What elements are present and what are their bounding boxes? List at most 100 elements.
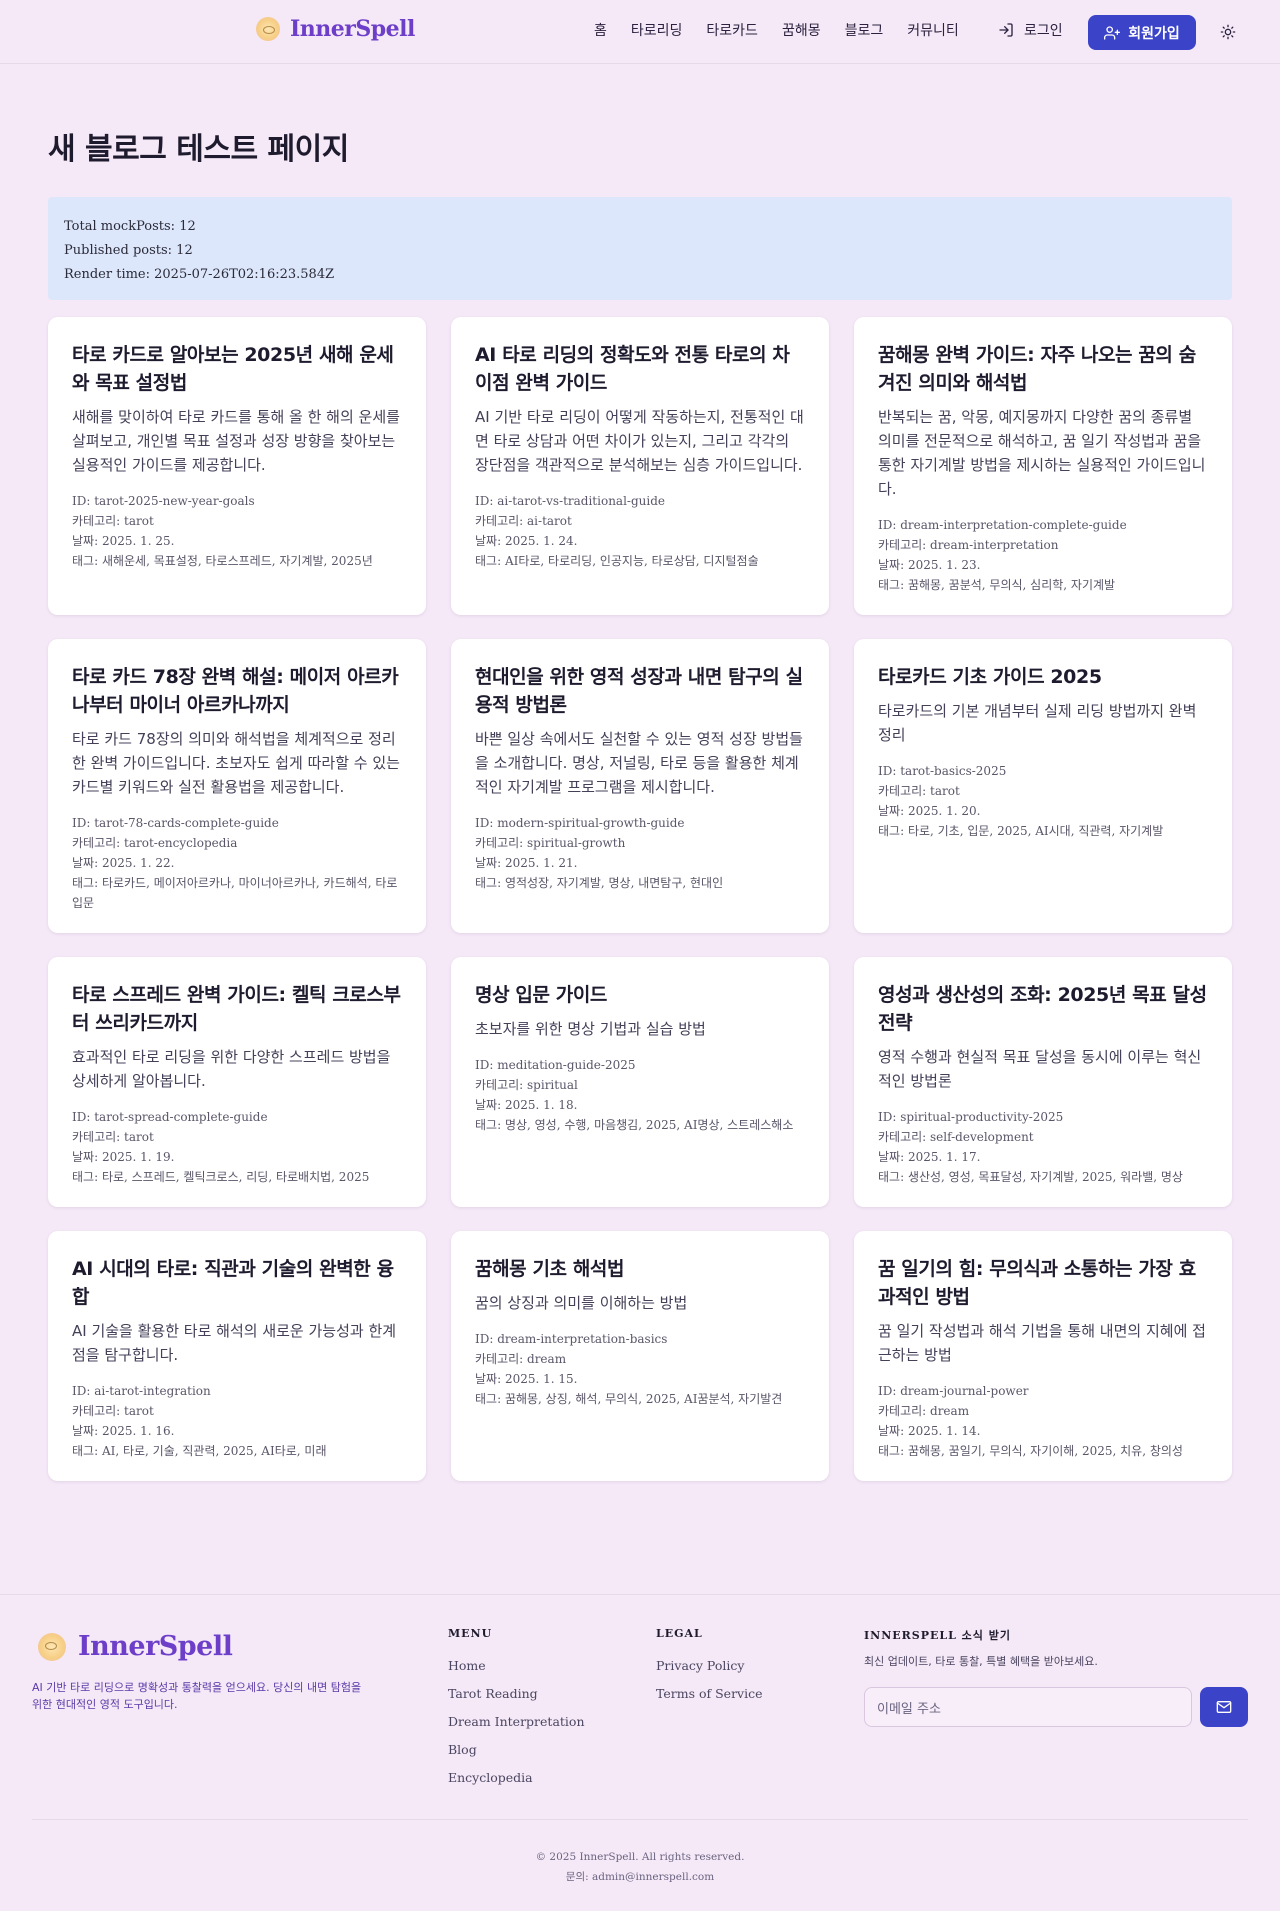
post-date: 날짜: 2025. 1. 19. (72, 1150, 175, 1164)
post-title[interactable]: 영성과 생산성의 조화: 2025년 목표 달성 전략 (878, 981, 1208, 1037)
post-id: ID: tarot-78-cards-complete-guide (72, 816, 279, 830)
post-card[interactable]: 명상 입문 가이드 초보자를 위한 명상 기법과 실습 방법 ID: meditat… (451, 957, 829, 1207)
post-card[interactable]: 꿈해몽 기초 해석법 꿈의 상징과 의미를 이해하는 방법 ID: dream-in… (451, 1231, 829, 1481)
post-id: ID: modern-spiritual-growth-guide (475, 816, 685, 830)
post-card[interactable]: 타로 카드 78장 완벽 해설: 메이저 아르카나부터 마이너 아르카나까지타로… (48, 639, 426, 933)
post-date: 날짜: 2025. 1. 25. (72, 534, 175, 548)
footer-link-dream[interactable]: Dream Interpretation (448, 1708, 585, 1736)
footer-link-privacy[interactable]: Privacy Policy (656, 1652, 763, 1680)
post-title[interactable]: 명상 입문 가이드 (475, 981, 805, 1009)
post-category: 카테고리: ai-tarot (475, 514, 572, 528)
post-card[interactable]: 타로 스프레드 완벽 가이드: 켈틱 크로스부터 쓰리카드까지 효과적인 타로 리… (48, 957, 426, 1207)
post-card[interactable]: 현대인을 위한 영적 성장과 내면 탐구의 실용적 방법론 바쁜 일상 속에서도 … (451, 639, 829, 933)
post-category: 카테고리: spiritual-growth (475, 836, 626, 850)
post-card[interactable]: AI 시대의 타로: 직관과 기술의 완벽한 융합 AI 기술을 활용한 타로 해… (48, 1231, 426, 1481)
post-id: ID: tarot-spread-complete-guide (72, 1110, 268, 1124)
post-id: ID: dream-interpretation-complete-guide (878, 518, 1127, 532)
post-tags: 태그: 명상, 영성, 수행, 마음챙김, 2025, AI명상, 스트레스해소 (475, 1118, 794, 1132)
post-card[interactable]: 꿈해몽 완벽 가이드: 자주 나오는 꿈의 숨겨진 의미와 해석법 반복되는 꿈,… (854, 317, 1232, 615)
post-category: 카테고리: spiritual (475, 1078, 578, 1092)
signup-label: 회원가입 (1128, 25, 1180, 42)
post-tags: 태그: 꿈해몽, 꿈일기, 무의식, 자기이해, 2025, 치유, 창의성 (878, 1444, 1183, 1458)
signup-button[interactable]: 회원가입 (1088, 15, 1196, 50)
nav-tarot-reading[interactable]: 타로리딩 (631, 20, 683, 40)
footer-menu-heading: MENU (448, 1627, 493, 1640)
post-title[interactable]: AI 시대의 타로: 직관과 기술의 완벽한 융합 (72, 1255, 402, 1311)
post-date: 날짜: 2025. 1. 23. (878, 558, 981, 572)
debug-published: Published posts: 12 (64, 243, 193, 258)
footer-link-home[interactable]: Home (448, 1652, 585, 1680)
post-id: ID: dream-journal-power (878, 1384, 1029, 1398)
nav-dream[interactable]: 꿈해몽 (782, 20, 821, 40)
post-card[interactable]: AI 타로 리딩의 정확도와 전통 타로의 차이점 완벽 가이드 AI 기반 타로… (451, 317, 829, 615)
post-category: 카테고리: tarot (72, 1404, 154, 1418)
post-category: 카테고리: dream-interpretation (878, 538, 1059, 552)
footer-link-blog[interactable]: Blog (448, 1736, 585, 1764)
debug-total: Total mockPosts: 12 (64, 219, 196, 234)
footer-link-tarot-reading[interactable]: Tarot Reading (448, 1680, 585, 1708)
post-description: AI 기반 타로 리딩이 어떻게 작동하는지, 전통적인 대면 타로 상담과 어… (475, 408, 804, 474)
debug-info-panel: Total mockPosts: 12 Published posts: 12 … (48, 197, 1232, 300)
post-id: ID: ai-tarot-vs-traditional-guide (475, 494, 665, 508)
post-category: 카테고리: dream (878, 1404, 970, 1418)
post-description: 타로 카드 78장의 의미와 해석법을 체계적으로 정리한 완벽 가이드입니다.… (72, 730, 400, 796)
post-title[interactable]: 현대인을 위한 영적 성장과 내면 탐구의 실용적 방법론 (475, 663, 805, 719)
post-tags: 태그: 꿈해몽, 꿈분석, 무의식, 심리학, 자기계발 (878, 578, 1116, 592)
post-description: 꿈의 상징과 의미를 이해하는 방법 (475, 1294, 688, 1312)
newsletter-email-input[interactable]: 이메일 주소 (864, 1687, 1192, 1727)
footer-legal-heading: LEGAL (656, 1627, 703, 1640)
login-label: 로그인 (1024, 23, 1063, 39)
post-title[interactable]: 타로 스프레드 완벽 가이드: 켈틱 크로스부터 쓰리카드까지 (72, 981, 402, 1037)
post-category: 카테고리: tarot (878, 784, 960, 798)
login-icon (999, 23, 1013, 37)
nav-community[interactable]: 커뮤니티 (907, 20, 959, 40)
site-footer: InnerSpell AI 기반 타로 리딩으로 명확성과 통찰력을 얻으세요.… (0, 1594, 1280, 1911)
contact-email[interactable]: 문의: admin@innerspell.com (0, 1867, 1280, 1887)
post-id: ID: tarot-2025-new-year-goals (72, 494, 255, 508)
footer-copyright-block: © 2025 InnerSpell. All rights reserved. … (0, 1847, 1280, 1887)
post-title[interactable]: 꿈해몽 기초 해석법 (475, 1255, 805, 1283)
post-tags: 태그: 타로, 스프레드, 켈틱크로스, 리딩, 타로배치법, 2025 (72, 1170, 370, 1184)
sun-icon (1220, 24, 1236, 40)
post-date: 날짜: 2025. 1. 15. (475, 1372, 578, 1386)
post-id: ID: ai-tarot-integration (72, 1384, 211, 1398)
brand-logo[interactable]: InnerSpell (256, 16, 415, 42)
post-title[interactable]: 꿈 일기의 힘: 무의식과 소통하는 가장 효과적인 방법 (878, 1255, 1208, 1311)
post-title[interactable]: AI 타로 리딩의 정확도와 전통 타로의 차이점 완벽 가이드 (475, 341, 805, 397)
post-card[interactable]: 영성과 생산성의 조화: 2025년 목표 달성 전략영적 수행과 현실적 목표… (854, 957, 1232, 1207)
post-description: 초보자를 위한 명상 기법과 실습 방법 (475, 1020, 706, 1038)
post-id: ID: tarot-basics-2025 (878, 764, 1007, 778)
footer-tagline: AI 기반 타로 리딩으로 명확성과 통찰력을 얻으세요. 당신의 내면 탐험을… (32, 1681, 362, 1711)
nav-home[interactable]: 홈 (594, 20, 607, 40)
page-title: 새 블로그 테스트 페이지 (48, 132, 349, 167)
post-title[interactable]: 타로 카드 78장 완벽 해설: 메이저 아르카나부터 마이너 아르카나까지 (72, 663, 402, 719)
post-description: 영적 수행과 현실적 목표 달성을 동시에 이루는 혁신적인 방법론 (878, 1048, 1202, 1090)
nav-tarot-cards[interactable]: 타로카드 (706, 20, 758, 40)
footer-link-encyclopedia[interactable]: Encyclopedia (448, 1764, 585, 1792)
login-button[interactable]: 로그인 (998, 20, 1063, 40)
nav-blog[interactable]: 블로그 (845, 20, 884, 40)
post-title[interactable]: 타로 카드로 알아보는 2025년 새해 운세와 목표 설정법 (72, 341, 402, 397)
mail-icon (1216, 1701, 1232, 1713)
footer-legal: LEGAL Privacy Policy Terms of Service (656, 1627, 763, 1708)
post-tags: 태그: 타로카드, 메이저아르카나, 마이너아르카나, 카드해석, 타로입문 (72, 876, 398, 910)
post-category: 카테고리: tarot (72, 514, 154, 528)
footer-menu: MENU Home Tarot Reading Dream Interpreta… (448, 1627, 585, 1792)
post-tags: 태그: 영적성장, 자기계발, 명상, 내면탐구, 현대인 (475, 876, 724, 890)
post-card[interactable]: 타로카드 기초 가이드 2025 타로카드의 기본 개념부터 실제 리딩 방법까지… (854, 639, 1232, 933)
newsletter-description: 최신 업데이트, 타로 통찰, 특별 혜택을 받아보세요. (864, 1655, 1098, 1668)
footer-brand-logo[interactable]: InnerSpell (38, 1631, 233, 1662)
post-date: 날짜: 2025. 1. 22. (72, 856, 175, 870)
post-category: 카테고리: tarot (72, 1130, 154, 1144)
post-id: ID: spiritual-productivity-2025 (878, 1110, 1064, 1124)
footer-newsletter: INNERSPELL 소식 받기 최신 업데이트, 타로 통찰, 특별 혜택을 … (864, 1627, 1098, 1669)
theme-toggle-button[interactable] (1218, 22, 1238, 42)
post-card[interactable]: 타로 카드로 알아보는 2025년 새해 운세와 목표 설정법새해를 맞이하여 … (48, 317, 426, 615)
post-description: 새해를 맞이하여 타로 카드를 통해 올 한 해의 운세를 살펴보고, 개인별 … (72, 408, 400, 474)
footer-brand-name: InnerSpell (78, 1631, 233, 1662)
post-title[interactable]: 타로카드 기초 가이드 2025 (878, 663, 1208, 691)
footer-link-terms[interactable]: Terms of Service (656, 1680, 763, 1708)
newsletter-submit-button[interactable] (1200, 1687, 1248, 1727)
post-title[interactable]: 꿈해몽 완벽 가이드: 자주 나오는 꿈의 숨겨진 의미와 해석법 (878, 341, 1208, 397)
post-card[interactable]: 꿈 일기의 힘: 무의식과 소통하는 가장 효과적인 방법 꿈 일기 작성법과 해… (854, 1231, 1232, 1481)
